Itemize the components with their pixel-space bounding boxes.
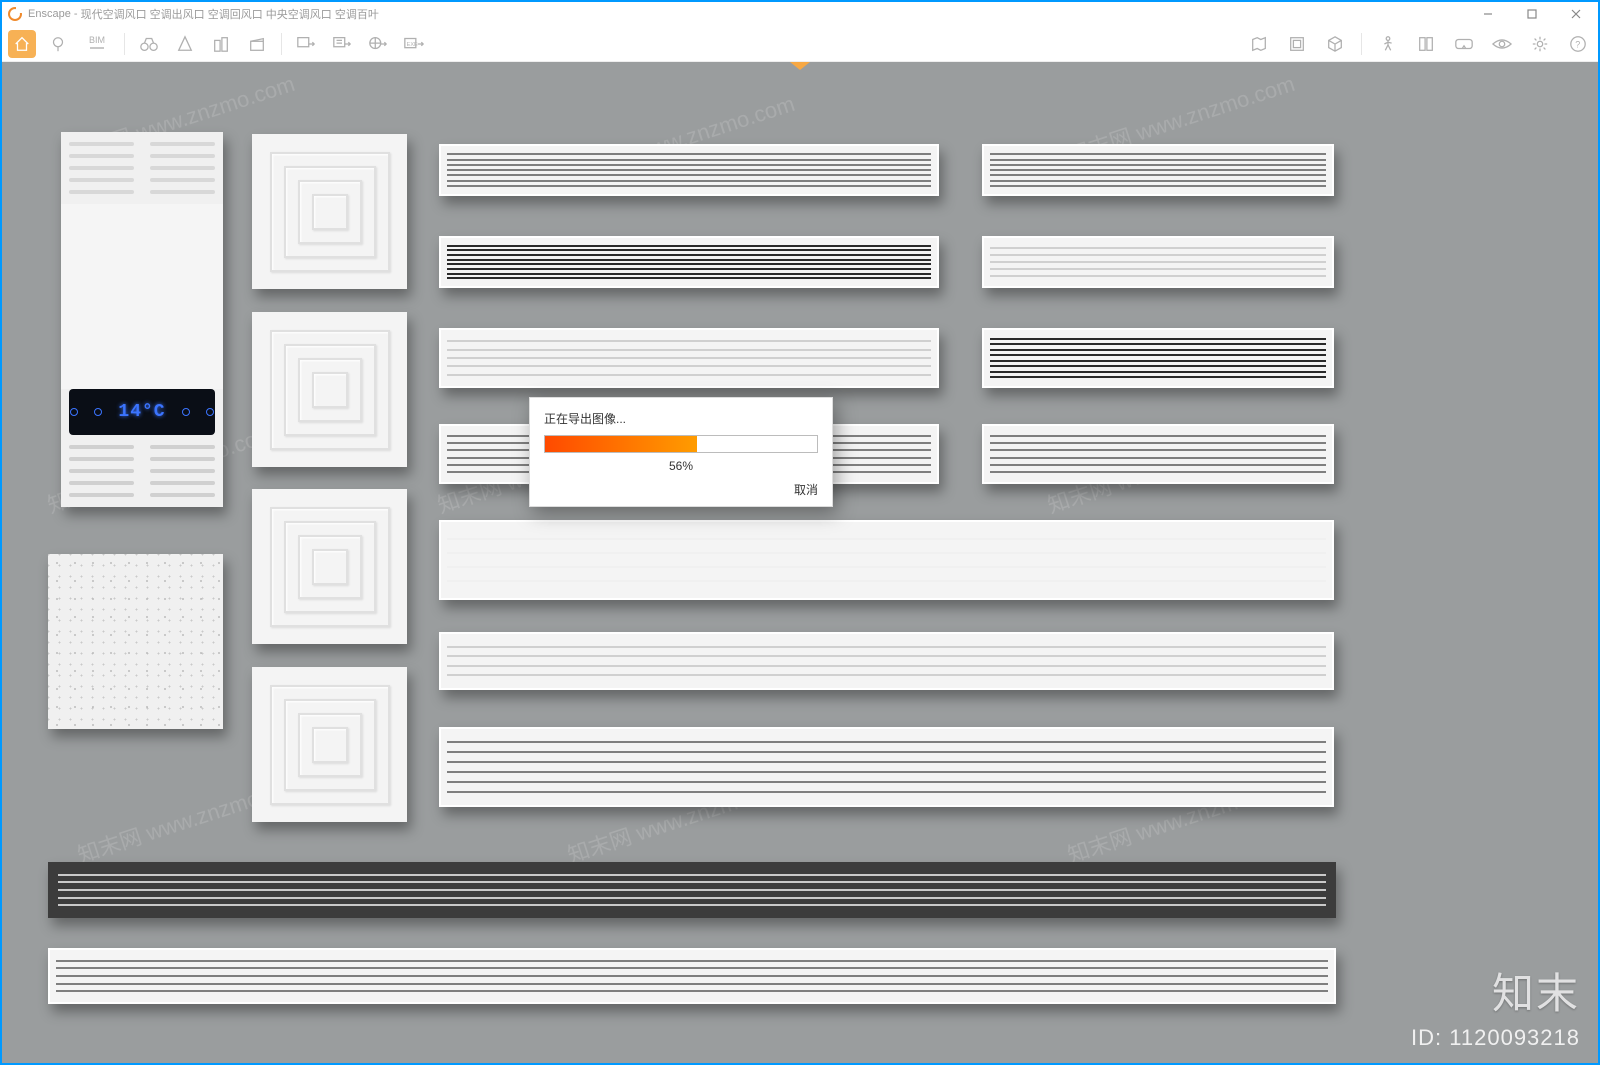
app-name: Enscape bbox=[28, 8, 71, 20]
progress-percent-label: 56% bbox=[544, 459, 818, 473]
heater-indicator-icon bbox=[70, 408, 78, 416]
svg-text:EXE: EXE bbox=[407, 41, 418, 47]
render-object-square-diffuser bbox=[252, 134, 407, 289]
heater-indicator-icon bbox=[94, 408, 102, 416]
toolbar-separator bbox=[1361, 33, 1362, 55]
title-separator: - bbox=[71, 8, 81, 20]
clapperboard-button[interactable] bbox=[243, 30, 271, 58]
heater-indicator-icon bbox=[182, 408, 190, 416]
render-object-linear-vent bbox=[982, 328, 1334, 388]
walk-mode-button[interactable] bbox=[1374, 30, 1402, 58]
document-title: 现代空调风口 空调出风口 空调回风口 中央空调风口 空调百叶 bbox=[81, 6, 379, 22]
window-controls bbox=[1466, 2, 1598, 26]
materials-cube-button[interactable] bbox=[1321, 30, 1349, 58]
binoculars-button[interactable] bbox=[135, 30, 163, 58]
render-object-bath-heater: 14°C bbox=[61, 132, 223, 507]
dialog-title: 正在导出图像... bbox=[544, 410, 818, 427]
title-bar: Enscape - 现代空调风口 空调出风口 空调回风口 中央空调风口 空调百叶 bbox=[2, 2, 1598, 26]
cancel-button[interactable]: 取消 bbox=[544, 481, 818, 498]
render-object-square-diffuser bbox=[252, 667, 407, 822]
close-button[interactable] bbox=[1554, 2, 1598, 26]
render-object-linear-vent bbox=[439, 727, 1334, 807]
export-exe-button[interactable]: EXE bbox=[400, 30, 428, 58]
export-movie-button[interactable] bbox=[328, 30, 356, 58]
layers-button[interactable] bbox=[1412, 30, 1440, 58]
render-object-linear-vent bbox=[48, 948, 1336, 1004]
heater-indicator-icon bbox=[206, 408, 214, 416]
bim-mode-button[interactable]: BIM bbox=[80, 30, 114, 58]
watermark-id-label: ID: 1120093218 bbox=[1411, 1025, 1580, 1051]
main-toolbar: BIM EXE ? bbox=[2, 26, 1598, 62]
render-object-linear-vent bbox=[982, 236, 1334, 288]
location-pin-button[interactable] bbox=[44, 30, 72, 58]
watermark-brand: 知末 bbox=[1492, 960, 1580, 1021]
progress-bar bbox=[544, 435, 818, 453]
render-object-linear-vent bbox=[439, 520, 1334, 600]
export-image-button[interactable] bbox=[292, 30, 320, 58]
map-button[interactable] bbox=[1245, 30, 1273, 58]
render-object-linear-vent-dark bbox=[48, 862, 1336, 918]
help-button[interactable]: ? bbox=[1564, 30, 1592, 58]
export-pano-button[interactable] bbox=[364, 30, 392, 58]
render-viewport[interactable]: 知末网 www.znzmo.com 知末网 www.znzmo.com 知末网 … bbox=[2, 62, 1598, 1063]
enscape-logo-icon bbox=[8, 7, 22, 21]
vr-button[interactable] bbox=[1450, 30, 1478, 58]
settings-gear-button[interactable] bbox=[1526, 30, 1554, 58]
asset-library-button[interactable] bbox=[1283, 30, 1311, 58]
heater-display-panel: 14°C bbox=[69, 389, 215, 435]
render-object-square-diffuser bbox=[252, 489, 407, 644]
toolbar-right-group: ? bbox=[1245, 30, 1592, 58]
render-object-square-diffuser bbox=[252, 312, 407, 467]
toolbar-separator bbox=[124, 33, 125, 55]
render-object-linear-vent bbox=[982, 424, 1334, 484]
heater-temperature: 14°C bbox=[118, 402, 165, 422]
toolbar-separator bbox=[281, 33, 282, 55]
render-object-ceiling-tile bbox=[48, 554, 223, 729]
orbit-button[interactable] bbox=[171, 30, 199, 58]
render-object-linear-vent bbox=[982, 144, 1334, 196]
maximize-button[interactable] bbox=[1510, 2, 1554, 26]
render-object-linear-vent bbox=[439, 632, 1334, 690]
progress-bar-fill bbox=[545, 436, 697, 452]
render-object-linear-vent bbox=[439, 144, 939, 196]
buildings-button[interactable] bbox=[207, 30, 235, 58]
export-progress-dialog: 正在导出图像... 56% 取消 bbox=[529, 397, 833, 507]
render-object-linear-vent bbox=[439, 328, 939, 388]
bim-label: BIM bbox=[89, 36, 105, 45]
minimize-button[interactable] bbox=[1466, 2, 1510, 26]
svg-text:?: ? bbox=[1575, 39, 1580, 49]
render-object-linear-vent bbox=[439, 236, 939, 288]
home-button[interactable] bbox=[8, 30, 36, 58]
visibility-button[interactable] bbox=[1488, 30, 1516, 58]
